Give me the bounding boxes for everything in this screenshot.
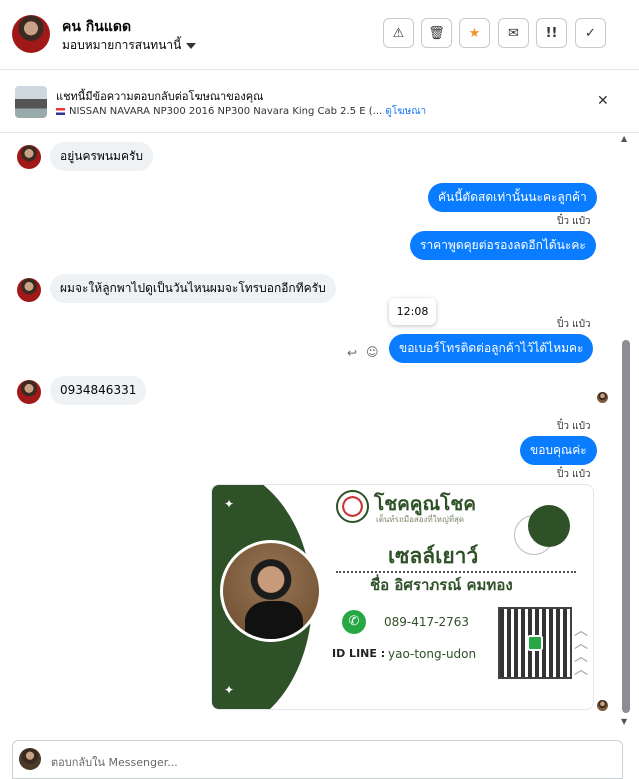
sender-avatar[interactable] bbox=[17, 278, 41, 302]
follow-up-button[interactable]: !! bbox=[536, 18, 567, 48]
assign-conversation-dropdown[interactable]: มอบหมายการสนทนานี้ bbox=[62, 36, 197, 55]
delete-button[interactable]: 🗑 bbox=[421, 18, 452, 48]
caret-down-icon bbox=[186, 42, 197, 49]
scrollbar-thumb[interactable] bbox=[622, 340, 630, 713]
page-avatar bbox=[19, 748, 41, 770]
ad-thumbnail[interactable] bbox=[15, 86, 47, 118]
card-tagline: เต็นท์รถมือสองที่ใหญ่ที่สุด bbox=[376, 515, 465, 524]
sparkle-icon: ✦ bbox=[224, 497, 235, 511]
double-exclamation-icon: !! bbox=[545, 25, 558, 41]
card-id-value: yao-tong-udon bbox=[388, 647, 477, 661]
card-phone: 089-417-2763 bbox=[384, 615, 470, 629]
sender-label: ปิ๋ว แป๋ว bbox=[557, 421, 591, 432]
report-button[interactable]: ⚠ bbox=[383, 18, 414, 48]
line-logo-icon bbox=[527, 635, 543, 651]
message-incoming[interactable]: อยู่นครพนมครับ bbox=[50, 142, 154, 171]
chevron-up-icon: ︿ ︿ ︿ ︿ bbox=[574, 623, 588, 678]
scroll-down-arrow-icon[interactable]: ▼ bbox=[621, 717, 627, 726]
assign-label: มอบหมายการสนทนานี้ bbox=[62, 38, 182, 52]
card-decor-circle bbox=[528, 505, 570, 547]
mark-unread-button[interactable]: ✉ bbox=[498, 18, 529, 48]
messenger-chat-panel: คน กินแดด มอบหมายการสนทนานี้ ⚠ 🗑 ★ ✉ !! … bbox=[0, 0, 639, 779]
sender-avatar[interactable] bbox=[17, 380, 41, 404]
sender-label: ปิ๋ว แป๋ว bbox=[557, 469, 591, 480]
ad-listing-text: NISSAN NAVARA NP300 2016 NP300 Navara Ki… bbox=[69, 106, 383, 117]
message-outgoing[interactable]: ขอบคุณค่ะ bbox=[520, 436, 597, 465]
message-incoming[interactable]: ผมจะให้ลูกพาไปดูเป็นวันไหนผมจะโทรบอกอีกท… bbox=[50, 274, 336, 303]
envelope-icon: ✉ bbox=[508, 25, 519, 41]
reply-placeholder: ตอบกลับใน Messenger... bbox=[51, 756, 178, 769]
business-card-image[interactable]: ✦ ✦ โชคคูณโชค เต็นท์รถมือสองที่ใหญ่ที่สุ… bbox=[211, 484, 594, 710]
check-icon: ✓ bbox=[585, 25, 596, 41]
close-icon[interactable]: ✕ bbox=[597, 93, 609, 109]
brand-logo bbox=[336, 490, 369, 523]
emoji-icon[interactable]: ☺ bbox=[366, 345, 379, 359]
sparkle-icon: ✦ bbox=[224, 683, 235, 697]
contact-avatar[interactable] bbox=[12, 15, 50, 53]
message-outgoing[interactable]: คันนี้ตัดสดเท่านั้นนะคะลูกค้า bbox=[428, 183, 597, 212]
view-ad-link[interactable]: ดูโฆษณา bbox=[385, 106, 426, 117]
star-icon: ★ bbox=[468, 25, 481, 41]
scroll-up-arrow-icon[interactable]: ▲ bbox=[621, 134, 627, 143]
phone-icon: ✆ bbox=[342, 610, 366, 634]
card-fullname: ชื่อ อิศราภรณ์ คมทอง bbox=[370, 576, 513, 594]
ad-listing-line: NISSAN NAVARA NP300 2016 NP300 Navara Ki… bbox=[56, 104, 426, 119]
seen-avatar bbox=[597, 700, 608, 711]
warning-icon: ⚠ bbox=[392, 25, 405, 41]
timestamp-tooltip: 12:08 bbox=[389, 298, 436, 325]
contact-name[interactable]: คน กินแดด bbox=[62, 16, 131, 38]
message-outgoing[interactable]: ขอเบอร์โทรติดต่อลูกค้าไว้ได้ไหมคะ bbox=[389, 334, 594, 363]
ad-banner-title: แชทนี้มีข้อความตอบกลับต่อโฆษณาของคุณ bbox=[56, 90, 264, 103]
salesperson-photo bbox=[220, 540, 322, 642]
mark-done-button[interactable]: ✓ bbox=[575, 18, 606, 48]
sender-label: ปิ๋ว แป๋ว bbox=[557, 216, 591, 227]
seen-avatar bbox=[597, 392, 608, 403]
card-id-label: ID LINE : bbox=[332, 647, 386, 660]
sender-label: ปิ๋ว แป๋ว bbox=[557, 319, 591, 330]
card-nickname: เซลล์เยาว์ bbox=[388, 544, 479, 568]
message-incoming[interactable]: 0934846331 bbox=[50, 376, 147, 405]
message-outgoing[interactable]: ราคาพูดคุยต่อรองลดอีกได้นะคะ bbox=[410, 231, 596, 260]
flag-icon bbox=[56, 107, 65, 115]
reply-icon[interactable]: ↩ bbox=[347, 346, 357, 360]
star-button[interactable]: ★ bbox=[459, 18, 490, 48]
trash-icon: 🗑 bbox=[428, 25, 445, 41]
sender-avatar[interactable] bbox=[17, 145, 41, 169]
